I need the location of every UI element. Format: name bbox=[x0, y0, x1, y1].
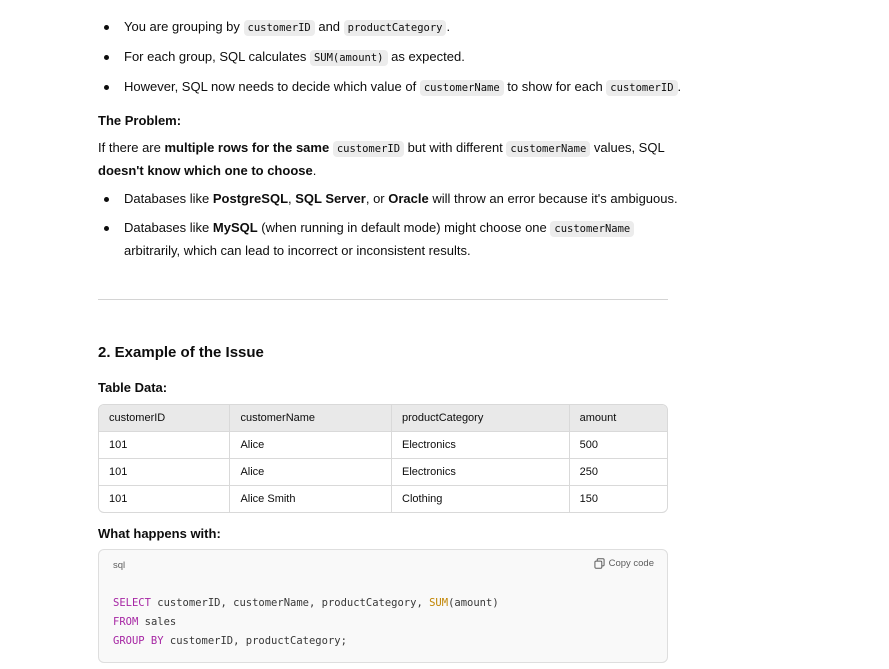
table-cell: Alice bbox=[230, 432, 393, 459]
column-header: customerID bbox=[99, 405, 231, 432]
code-block: sql Copy code SELECT customerID, custome… bbox=[98, 549, 668, 663]
table-row: 101 Alice Electronics 500 bbox=[99, 432, 667, 459]
column-header: amount bbox=[569, 405, 667, 432]
table-cell: 150 bbox=[579, 493, 598, 505]
copy-code-label: Copy code bbox=[608, 558, 654, 569]
list-item: However, SQL now needs to decide which v… bbox=[98, 76, 698, 99]
table-cell: 101 bbox=[99, 432, 231, 459]
code-content: SELECT customerID, customerName, product… bbox=[113, 594, 499, 651]
table-header-row: customerID customerName productCategory … bbox=[99, 405, 667, 432]
table-cell: Electronics bbox=[392, 432, 570, 459]
inline-code: customerName bbox=[419, 80, 504, 96]
table-cell: 250 bbox=[569, 459, 667, 486]
column-header: productCategory bbox=[392, 405, 570, 432]
inline-code: productCategory bbox=[343, 20, 447, 36]
problem-heading: The Problem: bbox=[98, 113, 182, 128]
table-label: Table Data: bbox=[98, 380, 168, 395]
inline-code: customerName bbox=[506, 141, 591, 157]
inline-code: SUM(amount) bbox=[309, 50, 388, 66]
what-happens-label: What happens with: bbox=[98, 526, 221, 541]
table-cell: 500 bbox=[569, 432, 667, 459]
table-row: 101 Alice Smith Clothing 150 bbox=[99, 486, 667, 512]
inline-code: customerID bbox=[243, 20, 315, 36]
code-line: FROM sales bbox=[113, 616, 177, 628]
table-cell: 101 bbox=[99, 459, 231, 486]
column-header: customerName bbox=[230, 405, 393, 432]
copy-icon bbox=[593, 558, 605, 569]
list-item: For each group, SQL calculates SUM(amoun… bbox=[98, 46, 698, 69]
code-language-label: sql bbox=[113, 560, 126, 571]
section-divider bbox=[98, 299, 668, 300]
copy-code-button[interactable]: Copy code bbox=[593, 558, 654, 569]
inline-code: customerID bbox=[332, 141, 405, 157]
table-cell: Alice Smith bbox=[230, 486, 393, 512]
table-cell: Electronics bbox=[392, 459, 570, 486]
table-cell: Clothing bbox=[392, 486, 570, 512]
code-line: SELECT customerID, customerName, product… bbox=[113, 597, 499, 609]
list-item: You are grouping by customerID and produ… bbox=[98, 16, 698, 39]
inline-code: customerID bbox=[606, 80, 678, 96]
inline-code: customerName bbox=[550, 221, 635, 237]
grouping-bullets: You are grouping by customerID and produ… bbox=[98, 16, 698, 99]
code-line: GROUP BY customerID, productCategory; bbox=[113, 635, 347, 647]
table-cell: Alice bbox=[230, 459, 393, 486]
data-table: customerID customerName productCategory … bbox=[98, 404, 668, 513]
list-item: Databases like PostgreSQL, SQL Server, o… bbox=[98, 188, 678, 210]
table-cell: 101 bbox=[99, 486, 231, 512]
database-bullets: Databases like PostgreSQL, SQL Server, o… bbox=[98, 188, 678, 262]
section-title: 2. Example of the Issue bbox=[98, 344, 264, 361]
problem-paragraph: If there are multiple rows for the same … bbox=[98, 140, 665, 178]
table-row: 101 Alice Electronics 250 bbox=[99, 459, 667, 486]
list-item: Databases like MySQL (when running in de… bbox=[98, 217, 678, 262]
